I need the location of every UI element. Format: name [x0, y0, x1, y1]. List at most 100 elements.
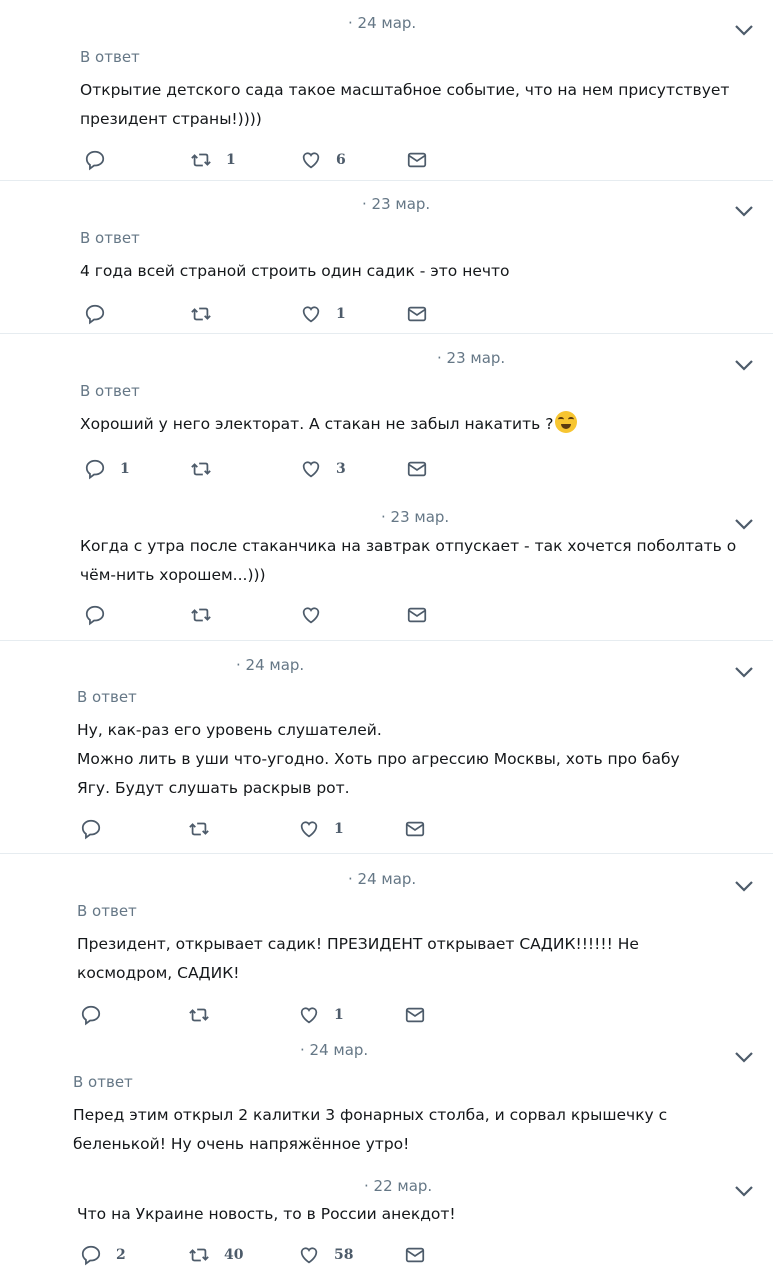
- like-button[interactable]: 6: [300, 148, 346, 172]
- tweet-date[interactable]: · 24 мар.: [236, 656, 304, 674]
- envelope-icon: [406, 604, 428, 626]
- retweet-count: 1: [226, 152, 236, 168]
- reply-button[interactable]: [80, 1003, 116, 1027]
- reply-icon: [80, 1244, 102, 1266]
- tweet-date[interactable]: · 24 мар.: [300, 1041, 368, 1059]
- chevron-down-icon[interactable]: [733, 203, 755, 219]
- chevron-down-icon[interactable]: [733, 357, 755, 373]
- reply-to-label: В ответ: [77, 688, 137, 706]
- tweet-text-line: беленькой! Ну очень напряжённое утро!: [73, 1135, 410, 1153]
- retweet-icon: [190, 149, 212, 171]
- direct-message-button[interactable]: [406, 603, 428, 627]
- reply-to-label: В ответ: [77, 902, 137, 920]
- reply-icon: [84, 458, 106, 480]
- tweet-text-line: 4 года всей страной строить один садик -…: [80, 262, 510, 280]
- direct-message-button[interactable]: [406, 148, 428, 172]
- like-count: 6: [336, 152, 346, 168]
- tweet-text-line: президент страны!)))): [80, 110, 262, 128]
- tweet-text-line: Когда с утра после стаканчика на завтрак…: [80, 537, 737, 555]
- retweet-icon: [188, 1004, 210, 1026]
- tweet-text-line: Перед этим открыл 2 калитки 3 фонарных с…: [73, 1106, 668, 1124]
- tweet-divider: [0, 180, 773, 181]
- like-button[interactable]: 3: [300, 457, 346, 481]
- retweet-button[interactable]: [188, 817, 224, 841]
- tweet-text-line: Президент, открывает садик! ПРЕЗИДЕНТ от…: [77, 935, 639, 953]
- direct-message-button[interactable]: [406, 457, 428, 481]
- tweet-text-line: Открытие детского сада такое масштабное …: [80, 81, 730, 99]
- like-button[interactable]: 1: [298, 1003, 344, 1027]
- reply-button[interactable]: [80, 817, 116, 841]
- tweet-date[interactable]: · 22 мар.: [364, 1177, 432, 1195]
- reply-to-label: В ответ: [80, 48, 140, 66]
- direct-message-button[interactable]: [404, 817, 426, 841]
- heart-icon: [298, 1004, 320, 1026]
- tweet-divider: [0, 640, 773, 641]
- reply-to-label: В ответ: [80, 382, 140, 400]
- heart-icon: [300, 458, 322, 480]
- retweet-button[interactable]: [190, 603, 226, 627]
- reply-button[interactable]: 2: [80, 1243, 126, 1267]
- retweet-count: 40: [224, 1247, 244, 1263]
- retweet-icon: [188, 818, 210, 840]
- tweet-text-line: чём-нить хорошем...))): [80, 566, 266, 584]
- tweet-text-line: Ягу. Будут слушать раскрыв рот.: [77, 779, 350, 797]
- retweet-button[interactable]: [188, 1003, 224, 1027]
- reply-button[interactable]: [84, 603, 120, 627]
- direct-message-button[interactable]: [404, 1243, 426, 1267]
- tweet-date[interactable]: · 23 мар.: [362, 195, 430, 213]
- chevron-down-icon[interactable]: [733, 516, 755, 532]
- reply-to-label: В ответ: [73, 1073, 133, 1091]
- like-count: 1: [336, 306, 346, 322]
- chevron-down-icon[interactable]: [733, 22, 755, 38]
- face-with-tears-of-joy-icon: [555, 411, 578, 433]
- like-count: 1: [334, 1007, 344, 1023]
- tweet-date[interactable]: · 23 мар.: [437, 349, 505, 367]
- retweet-button[interactable]: [190, 457, 226, 481]
- retweet-button[interactable]: 40: [188, 1243, 243, 1267]
- reply-icon: [80, 1004, 102, 1026]
- tweet-text-line: Хороший у него электорат. А стакан не за…: [80, 410, 770, 439]
- retweet-icon: [188, 1244, 210, 1266]
- reply-count: 2: [116, 1247, 126, 1263]
- like-count: 3: [336, 461, 346, 477]
- envelope-icon: [406, 303, 428, 325]
- reply-icon: [80, 818, 102, 840]
- chevron-down-icon[interactable]: [733, 1049, 755, 1065]
- chevron-down-icon[interactable]: [733, 1183, 755, 1199]
- envelope-icon: [404, 818, 426, 840]
- retweet-button[interactable]: [190, 302, 226, 326]
- heart-icon: [298, 1244, 320, 1266]
- heart-icon: [300, 149, 322, 171]
- tweet-text-line: Что на Украине новость, то в России анек…: [77, 1205, 456, 1223]
- direct-message-button[interactable]: [404, 1003, 426, 1027]
- envelope-icon: [406, 458, 428, 480]
- like-count: 1: [334, 821, 344, 837]
- chevron-down-icon[interactable]: [733, 664, 755, 680]
- heart-icon: [300, 604, 322, 626]
- like-button[interactable]: 1: [300, 302, 346, 326]
- reply-icon: [84, 149, 106, 171]
- direct-message-button[interactable]: [406, 302, 428, 326]
- tweet-date[interactable]: · 23 мар.: [381, 508, 449, 526]
- reply-count: 1: [120, 461, 130, 477]
- like-count: 58: [334, 1247, 354, 1263]
- reply-button[interactable]: [84, 302, 120, 326]
- reply-to-label: В ответ: [80, 229, 140, 247]
- like-button[interactable]: 58: [298, 1243, 353, 1267]
- tweet-text-line: Можно лить в уши что-угодно. Хоть про аг…: [77, 750, 680, 768]
- like-button[interactable]: 1: [298, 817, 344, 841]
- tweet-date[interactable]: · 24 мар.: [348, 14, 416, 32]
- reply-button[interactable]: [84, 148, 120, 172]
- envelope-icon: [404, 1244, 426, 1266]
- tweet-divider: [0, 333, 773, 334]
- chevron-down-icon[interactable]: [733, 878, 755, 894]
- reply-button[interactable]: 1: [84, 457, 130, 481]
- heart-icon: [300, 303, 322, 325]
- tweet-text-line: Ну, как-раз его уровень слушателей.: [77, 721, 382, 739]
- heart-icon: [298, 818, 320, 840]
- tweet-divider: [0, 853, 773, 854]
- tweet-date[interactable]: · 24 мар.: [348, 870, 416, 888]
- retweet-button[interactable]: 1: [190, 148, 236, 172]
- like-button[interactable]: [300, 603, 336, 627]
- tweet-text-line: космодром, САДИК!: [77, 964, 240, 982]
